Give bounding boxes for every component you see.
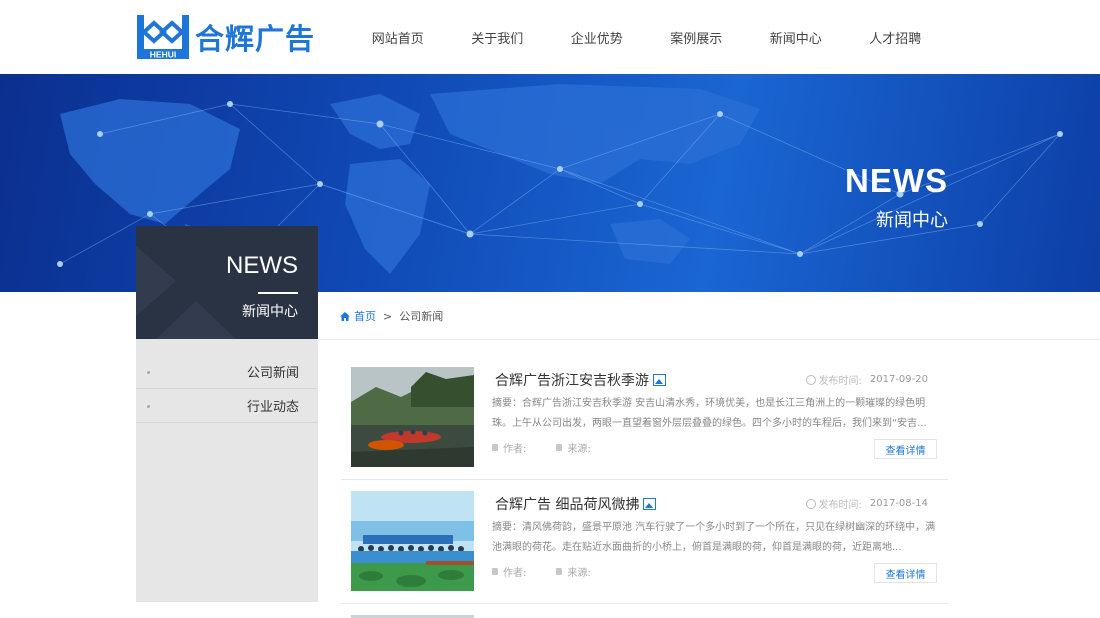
news-summary: 摘要：清风佛荷韵，盛景平原池 汽车行驶了一个多小时到了一个所在，只见在绿树幽深的… xyxy=(492,522,936,553)
sidebar-item-label: 行业动态 xyxy=(246,400,299,415)
header: HEHUI 合辉广告 网站首页 关于我们 企业优势 案例展示 新闻中心 人才招聘 xyxy=(0,0,1100,74)
breadcrumb-bar: 首页 > 公司新闻 xyxy=(318,292,1100,340)
image-icon xyxy=(643,498,657,510)
view-details-button[interactable]: 查看详情 xyxy=(874,563,937,583)
news-thumbnail[interactable] xyxy=(351,367,474,467)
sidebar-decoration xyxy=(136,246,236,339)
view-details-button[interactable]: 查看详情 xyxy=(874,439,937,459)
breadcrumb-separator: > xyxy=(383,309,393,323)
bullet-icon xyxy=(147,371,150,374)
sidebar-item-company-news[interactable]: 公司新闻 xyxy=(136,355,318,389)
news-meta: 作者: 来源: xyxy=(492,564,621,579)
nav-jobs[interactable]: 人才招聘 xyxy=(846,0,946,74)
sidebar-item-label: 公司新闻 xyxy=(246,366,299,381)
news-thumbnail[interactable] xyxy=(351,491,474,591)
brand-name: 合辉广告 xyxy=(195,22,316,56)
home-icon xyxy=(340,311,350,321)
news-title[interactable]: 合辉广告浙江安吉秋季游 xyxy=(495,370,666,390)
sidebar-title-en: NEWS xyxy=(226,252,298,279)
breadcrumb-current: 公司新闻 xyxy=(399,310,444,323)
news-item: 合辉广告浙江安吉秋季游 发布时间: 2017-09-20 摘要：合辉广告浙江安吉… xyxy=(341,356,948,480)
image-icon xyxy=(653,374,666,386)
news-source: 来源: xyxy=(556,564,591,579)
news-title[interactable]: 合辉广告 细品荷风微拂 xyxy=(495,494,657,514)
nav-advantages[interactable]: 企业优势 xyxy=(547,0,647,74)
bullet-icon xyxy=(147,405,150,408)
nav-home[interactable]: 网站首页 xyxy=(348,0,448,74)
svg-text:HEHUI: HEHUI xyxy=(150,50,176,60)
news-author: 作者: xyxy=(492,440,526,455)
user-icon xyxy=(492,444,498,451)
sidebar-title-cn: 新闻中心 xyxy=(242,304,298,320)
sidebar-item-industry-news[interactable]: 行业动态 xyxy=(136,389,318,423)
nav-news[interactable]: 新闻中心 xyxy=(746,0,846,74)
banner-title-en: NEWS xyxy=(845,162,948,199)
nav-about[interactable]: 关于我们 xyxy=(448,0,548,74)
news-date: 发布时间: 2017-08-14 xyxy=(805,496,928,511)
news-item: 合辉广告 细品荷风微拂 发布时间: 2017-08-14 摘要：清风佛荷韵，盛景… xyxy=(341,480,948,604)
news-date: 发布时间: 2017-09-20 xyxy=(805,372,928,387)
nav-cases[interactable]: 案例展示 xyxy=(647,0,747,74)
clock-icon xyxy=(805,374,816,385)
news-author: 作者: xyxy=(492,564,526,579)
news-source: 来源: xyxy=(556,440,591,455)
breadcrumb-home[interactable]: 首页 xyxy=(354,308,376,324)
news-summary: 摘要：合辉广告浙江安吉秋季游 安吉山清水秀，环境优美，也是长江三角洲上的一颗璀璨… xyxy=(492,398,927,429)
news-meta: 作者: 来源: xyxy=(492,440,621,455)
logo[interactable]: HEHUI 合辉广告 xyxy=(137,15,316,60)
banner-title-cn: 新闻中心 xyxy=(876,210,948,231)
logo-icon: HEHUI xyxy=(137,15,189,60)
source-icon xyxy=(556,568,563,575)
source-icon xyxy=(556,444,563,451)
sidebar-menu: 公司新闻 行业动态 xyxy=(136,339,318,602)
main-nav: 网站首页 关于我们 企业优势 案例展示 新闻中心 人才招聘 xyxy=(348,0,945,74)
breadcrumb: 首页 > 公司新闻 xyxy=(340,308,443,324)
clock-icon xyxy=(805,498,816,509)
user-icon xyxy=(492,568,498,575)
sidebar-header: NEWS 新闻中心 xyxy=(136,226,318,339)
sidebar-divider xyxy=(258,292,298,294)
